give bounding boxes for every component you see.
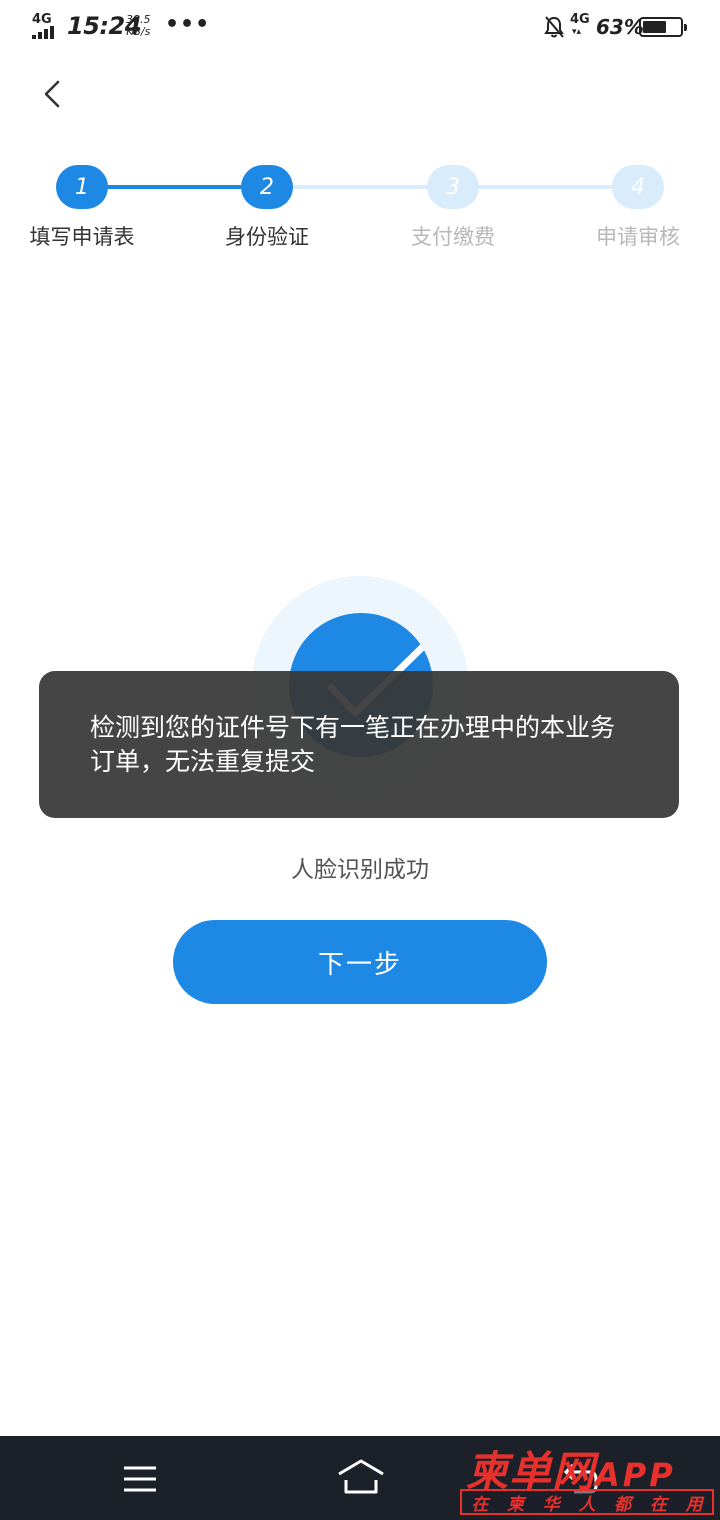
bell-muted-icon [544, 16, 564, 38]
menu-icon[interactable] [122, 1466, 158, 1492]
step-2-circle: 2 [241, 165, 293, 209]
signal-icon [32, 26, 54, 39]
status-bar: 4G 15:24 38.5 KB/s ••• 4G ▾▴ 63% [0, 0, 720, 56]
step-connector-1-2 [96, 185, 256, 189]
progress-stepper: 1 2 3 4 填写申请表 身份验证 支付缴费 申请审核 [0, 165, 720, 255]
toast-message: 检测到您的证件号下有一笔正在办理中的本业务订单，无法重复提交 [90, 713, 616, 776]
watermark-subtitle: 在 柬 华 人 都 在 用 [460, 1489, 714, 1515]
network-type: 4G [32, 12, 52, 27]
step-1-label: 填写申请表 [29, 225, 135, 249]
watermark-logo: 柬单网APP 在 柬 华 人 都 在 用 [460, 1436, 720, 1520]
step-2-label: 身份验证 [225, 225, 309, 249]
battery-percent: 63% [596, 15, 644, 39]
step-3-circle: 3 [427, 165, 479, 209]
watermark-char: 都 [614, 1494, 632, 1515]
watermark-char: 用 [685, 1494, 703, 1515]
step-3-label: 支付缴费 [411, 225, 495, 249]
face-recognition-result: 人脸识别成功 [291, 857, 429, 883]
watermark-char: 柬 [507, 1494, 525, 1515]
network-speed: 38.5 KB/s [126, 14, 151, 38]
step-4-label: 申请审核 [596, 225, 680, 249]
step-connector-3-4 [468, 185, 628, 189]
network-speed-unit: KB/s [126, 25, 151, 38]
watermark-char: 华 [542, 1494, 560, 1515]
battery-fill [643, 21, 666, 33]
back-arrow-icon[interactable] [36, 74, 76, 114]
watermark-char: 在 [471, 1494, 489, 1515]
watermark-char: 人 [578, 1494, 596, 1515]
network-type-right: 4G [570, 12, 590, 27]
step-connector-2-3 [282, 185, 442, 189]
error-toast: 检测到您的证件号下有一笔正在办理中的本业务订单，无法重复提交 [39, 671, 679, 818]
watermark-char: 在 [649, 1494, 667, 1515]
step-4-circle: 4 [612, 165, 664, 209]
more-notifications-icon: ••• [165, 12, 211, 37]
step-1-circle: 1 [56, 165, 108, 209]
battery-icon [639, 17, 687, 37]
data-arrows-icon: ▾▴ [572, 27, 582, 37]
next-step-button[interactable]: 下一步 [173, 920, 547, 1004]
home-icon[interactable] [336, 1458, 386, 1498]
